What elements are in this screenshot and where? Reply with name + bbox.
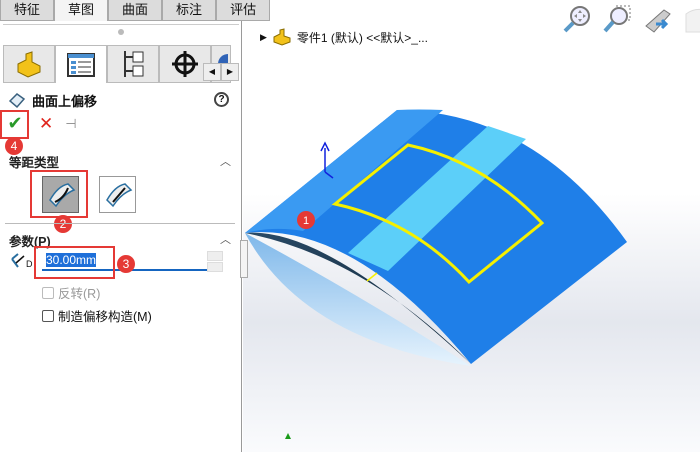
panel-grip[interactable] [118,29,124,35]
feature-title: 曲面上偏移 [32,94,98,109]
distance-icon-letter: D [26,259,33,269]
configuration-tree-icon [124,51,144,77]
distance-icon: D [10,253,33,269]
crosshair-icon [172,51,198,77]
euclidean-offset-icon [105,182,132,207]
command-tabs: 特征 草图 曲面 标注 评估 [0,0,271,21]
section-view-icon[interactable] [682,4,700,34]
highlight-box-ok [0,110,29,139]
collapse-offset-type[interactable]: ︿ [220,153,231,169]
tab-features[interactable]: 特征 [0,0,55,21]
part-icon [17,51,41,78]
construct-offset-label: 制造偏移构造(M) [58,310,152,324]
tab-surfaces[interactable]: 曲面 [108,0,163,21]
surface-top [245,110,627,364]
expand-arrow-icon[interactable]: ▶ [260,32,267,43]
direction-arrow [366,272,378,282]
step-badge-3: 3 [117,255,135,273]
reverse-label: 反转(R) [58,287,101,301]
model-surface[interactable]: 1 [243,21,700,452]
scroll-right-button[interactable]: ▶ [221,63,239,81]
feature-manager-tab[interactable] [3,45,55,83]
surface-offset-icon [8,92,26,108]
help-button[interactable]: ? [214,92,229,107]
property-manager: ◀ ▶ 曲面上偏移 ? ✔ ✕ ⊣ 4 等距类型 ︿ 2 参数(P) ︿ D 3… [0,21,242,452]
construct-offset-checkbox[interactable]: 制造偏移构造(M) [42,306,152,325]
cancel-button[interactable]: ✕ [39,114,53,134]
offset-type-heading: 等距类型 [9,156,60,170]
spin-up[interactable] [207,251,223,261]
step-badge-2: 2 [54,215,72,233]
origin-triad-icon [285,433,291,439]
tab-sketch[interactable]: 草图 [54,0,109,21]
pin-button[interactable]: ⊣ [65,116,76,132]
reverse-checkbox[interactable]: 反转(R) [42,283,100,302]
configuration-manager-tab[interactable] [107,45,159,83]
divider [5,223,235,224]
graphics-viewport[interactable]: 1 [243,21,700,452]
tab-evaluate[interactable]: 评估 [216,0,271,21]
scroll-left-button[interactable]: ◀ [203,63,221,81]
collapse-parameters[interactable]: ︿ [220,231,231,247]
zoom-to-area-icon[interactable] [602,4,632,34]
highlight-box-distance [34,246,115,279]
euclidean-offset-button[interactable] [99,176,136,213]
part-name: 零件1 (默认) <<默认>_... [296,30,428,45]
part-icon [273,28,291,46]
highlight-box-offset-type [30,170,88,218]
view-toolbar [562,4,700,34]
spin-down[interactable] [207,262,223,272]
step-badge-1: 1 [303,215,309,227]
feature-tree-root[interactable]: ▶ 零件1 (默认) <<默认>_... [260,28,428,46]
panel-resize-handle[interactable] [240,240,248,278]
property-manager-tab[interactable] [55,45,107,83]
divider [3,24,239,25]
tab-markup[interactable]: 标注 [162,0,217,21]
zoom-to-fit-icon[interactable] [562,4,592,34]
previous-view-icon[interactable] [642,4,672,34]
property-list-icon [67,52,95,77]
